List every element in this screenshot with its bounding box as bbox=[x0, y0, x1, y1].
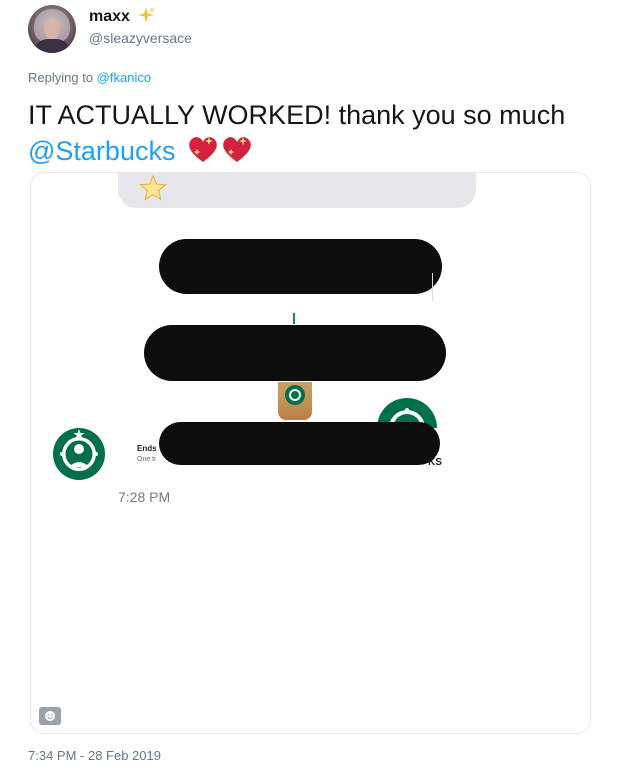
star-icon bbox=[139, 175, 167, 201]
replying-to: Replying to @fkanico bbox=[28, 70, 151, 85]
tweet-timestamp[interactable]: 7:34 PM - 28 Feb 2019 bbox=[28, 748, 161, 763]
tweet-text: IT ACTUALLY WORKED! thank you so much bbox=[28, 100, 566, 130]
emoji-hearts bbox=[187, 134, 253, 164]
reply-mention-link[interactable]: @fkanico bbox=[97, 70, 151, 85]
media-attachment[interactable]: KS Ends One ti 7:28 PM bbox=[30, 172, 591, 734]
brand-fragment: KS bbox=[428, 457, 442, 468]
starbucks-mention-link[interactable]: @Starbucks bbox=[28, 136, 175, 166]
sparkling-heart-icon bbox=[223, 137, 251, 162]
redaction-bar bbox=[159, 239, 442, 294]
user-handle[interactable]: @sleazyversace bbox=[89, 30, 192, 46]
gif-badge-icon[interactable] bbox=[39, 707, 61, 725]
offer-one-time-label: One ti bbox=[137, 456, 156, 463]
display-name[interactable]: maxx bbox=[89, 8, 130, 25]
replying-prefix: Replying to bbox=[28, 70, 94, 85]
message-bubble bbox=[118, 173, 476, 208]
redaction-bar bbox=[159, 422, 440, 465]
message-timestamp: 7:28 PM bbox=[118, 489, 171, 505]
avatar-face bbox=[44, 19, 60, 39]
display-name-row[interactable]: maxx bbox=[89, 6, 156, 30]
offer-ends-label: Ends bbox=[137, 444, 157, 453]
starbucks-logo-icon bbox=[53, 428, 105, 480]
avatar-body bbox=[36, 39, 68, 53]
avatar[interactable] bbox=[28, 5, 76, 53]
sparkling-heart-icon bbox=[189, 137, 217, 162]
tweet-body: IT ACTUALLY WORKED! thank you so much @S… bbox=[28, 97, 598, 169]
sparkles-icon bbox=[137, 6, 156, 30]
redaction-bar bbox=[144, 325, 446, 381]
divider bbox=[432, 273, 433, 301]
starbucks-logo-icon bbox=[285, 385, 305, 405]
divider bbox=[293, 313, 295, 324]
